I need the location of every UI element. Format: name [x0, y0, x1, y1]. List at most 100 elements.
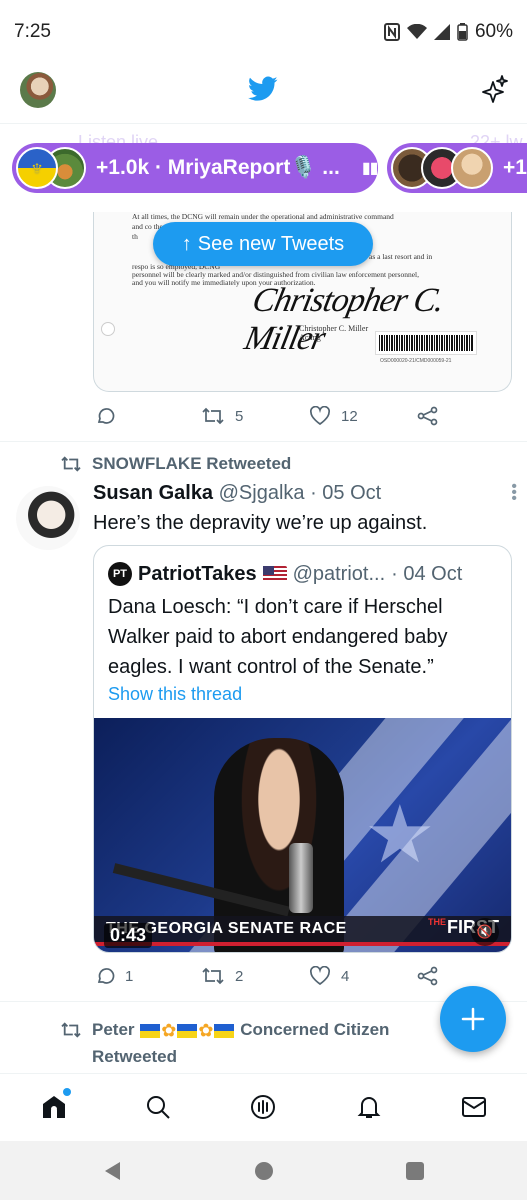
status-icons: 60%: [383, 21, 513, 43]
space-pill-label-2: +1: [503, 156, 527, 179]
author-avatar[interactable]: [16, 486, 80, 550]
tweet-text: Here’s the depravity we’re up against.: [93, 512, 428, 534]
mute-icon[interactable]: 🔇: [471, 918, 499, 946]
like-count: 12: [341, 407, 358, 425]
doc-hole-punch: [101, 322, 115, 336]
retweet-icon: [61, 1022, 81, 1038]
back-icon[interactable]: [104, 1161, 122, 1186]
arrow-up-icon: ↑: [181, 232, 192, 255]
reply-count: 1: [125, 967, 134, 985]
doc-text-line: At all times, the DCNG will remain under…: [132, 212, 394, 221]
compose-tweet-button[interactable]: [440, 986, 506, 1052]
share-button[interactable]: [417, 966, 439, 986]
spaces-strip: Listen live 22+ lw +1.0k · MriyaReport🎙️…: [0, 126, 527, 212]
retweet-icon: [61, 456, 81, 472]
retweeted-by-label: SNOWFLAKE Retweeted: [92, 454, 292, 473]
barcode: [375, 331, 477, 355]
retweet-button[interactable]: 2: [201, 966, 243, 986]
retweet-context: SNOWFLAKE Retweeted: [60, 454, 291, 474]
retweeted-by-suffix: Concerned Citizen: [240, 1020, 390, 1039]
plus-icon: [461, 1007, 485, 1031]
video-progress-bar: [94, 942, 511, 946]
tweet[interactable]: SNOWFLAKE Retweeted Susan Galka @Sjgalka…: [0, 442, 527, 1002]
tab-search[interactable]: [143, 1092, 173, 1122]
top-app-bar: [0, 64, 527, 124]
like-button[interactable]: 12: [309, 406, 358, 426]
video-brand-prefix: THE: [428, 917, 446, 927]
ukraine-flag-icon: [177, 1023, 198, 1038]
ukraine-flag-icon: [140, 1023, 161, 1038]
home-nav-icon[interactable]: [255, 1162, 273, 1180]
tab-notifications[interactable]: [354, 1092, 384, 1122]
space-host-avatar: [451, 147, 493, 189]
quote-text: Dana Loesch: “I don’t care if Herschel W…: [108, 596, 448, 678]
show-thread-link[interactable]: Show this thread: [108, 684, 242, 705]
quote-date: · 04 Oct: [391, 562, 463, 585]
tab-home[interactable]: [39, 1088, 71, 1122]
space-pill-mriyareport[interactable]: +1.0k · MriyaReport🎙️ ... ▮▮▮: [12, 143, 386, 193]
system-nav-bar: [0, 1141, 527, 1200]
quoted-tweet[interactable]: PT PatriotTakes @patriot... · 04 Oct Dan…: [93, 545, 512, 953]
tweet-date: · 05 Oct: [310, 482, 382, 504]
ukraine-flag-icon: [214, 1023, 235, 1038]
home-icon: [43, 1096, 65, 1118]
author-name[interactable]: Susan Galka: [93, 482, 213, 504]
tab-messages[interactable]: [459, 1092, 489, 1122]
sparkle-icon[interactable]: [479, 74, 509, 109]
see-new-tweets-button[interactable]: ↑ See new Tweets: [153, 222, 373, 266]
retweet-count: 5: [235, 407, 244, 425]
retweeted-by-name: Peter: [92, 1020, 135, 1039]
retweeted-by-name-line: Peter ✿ ✿ Concerned Citizen: [92, 1017, 389, 1044]
retweet-context: Peter ✿ ✿ Concerned Citizen Retweeted: [60, 1017, 389, 1070]
more-options-icon[interactable]: • • •: [511, 479, 517, 507]
heart-icon: [309, 966, 331, 986]
retweet-icon: [202, 407, 224, 425]
share-icon: [417, 966, 438, 986]
video-player[interactable]: ★ THE GEORGIA SENATE RACE THEFIRST 0:43 …: [94, 718, 511, 952]
reply-icon: [97, 968, 115, 984]
battery-icon: [457, 23, 468, 41]
signer-block: Christopher C. Miller Acting: [299, 324, 368, 342]
us-flag-icon: [262, 566, 287, 582]
reply-button[interactable]: 1: [95, 966, 133, 986]
see-new-tweets-label: See new Tweets: [197, 232, 345, 255]
wifi-icon: [406, 24, 427, 40]
sunflower-icon: ✿: [198, 1020, 214, 1041]
quote-header: PT PatriotTakes @patriot... · 04 Oct: [108, 562, 462, 586]
space-pill-2[interactable]: +1: [387, 143, 527, 193]
quote-author-name: PatriotTakes: [138, 562, 257, 585]
video-duration: 0:43: [104, 923, 153, 948]
like-button[interactable]: 4: [309, 966, 349, 986]
tab-spaces[interactable]: [248, 1092, 278, 1122]
retweet-button[interactable]: 5: [201, 406, 243, 426]
mail-icon: [462, 1097, 486, 1117]
new-content-badge: [63, 1088, 71, 1096]
like-count: 4: [341, 967, 350, 985]
recents-icon[interactable]: [406, 1162, 424, 1180]
reply-icon: [97, 408, 115, 424]
heart-icon: [309, 406, 331, 426]
space-host-avatar: [16, 147, 58, 189]
signer-title: Acting: [299, 333, 321, 342]
retweeted-label: Retweeted: [92, 1046, 178, 1066]
spaces-icon: [251, 1095, 275, 1119]
quote-author-avatar: PT: [108, 562, 132, 586]
sunflower-icon: ✿: [161, 1020, 177, 1041]
video-bg-star: ★: [364, 790, 436, 879]
share-icon: [417, 406, 438, 426]
video-microphone: [289, 843, 313, 913]
author-handle[interactable]: @Sjgalka: [219, 482, 305, 504]
reply-button[interactable]: [95, 406, 125, 426]
nfc-icon: [383, 23, 400, 41]
battery-percent: 60%: [474, 21, 513, 42]
share-button[interactable]: [417, 406, 439, 426]
space-pill-label: +1.0k · MriyaReport🎙️ ...: [96, 156, 340, 179]
audio-wave-icon: ▮▮▮: [361, 160, 386, 177]
bottom-tab-bar: [0, 1073, 527, 1141]
twitter-bird-icon[interactable]: [248, 76, 278, 107]
doc-text-line: th: [132, 232, 138, 241]
signer-name: Christopher C. Miller: [299, 324, 369, 333]
retweet-icon: [202, 967, 224, 985]
search-icon: [147, 1096, 170, 1119]
account-avatar[interactable]: [20, 72, 56, 108]
